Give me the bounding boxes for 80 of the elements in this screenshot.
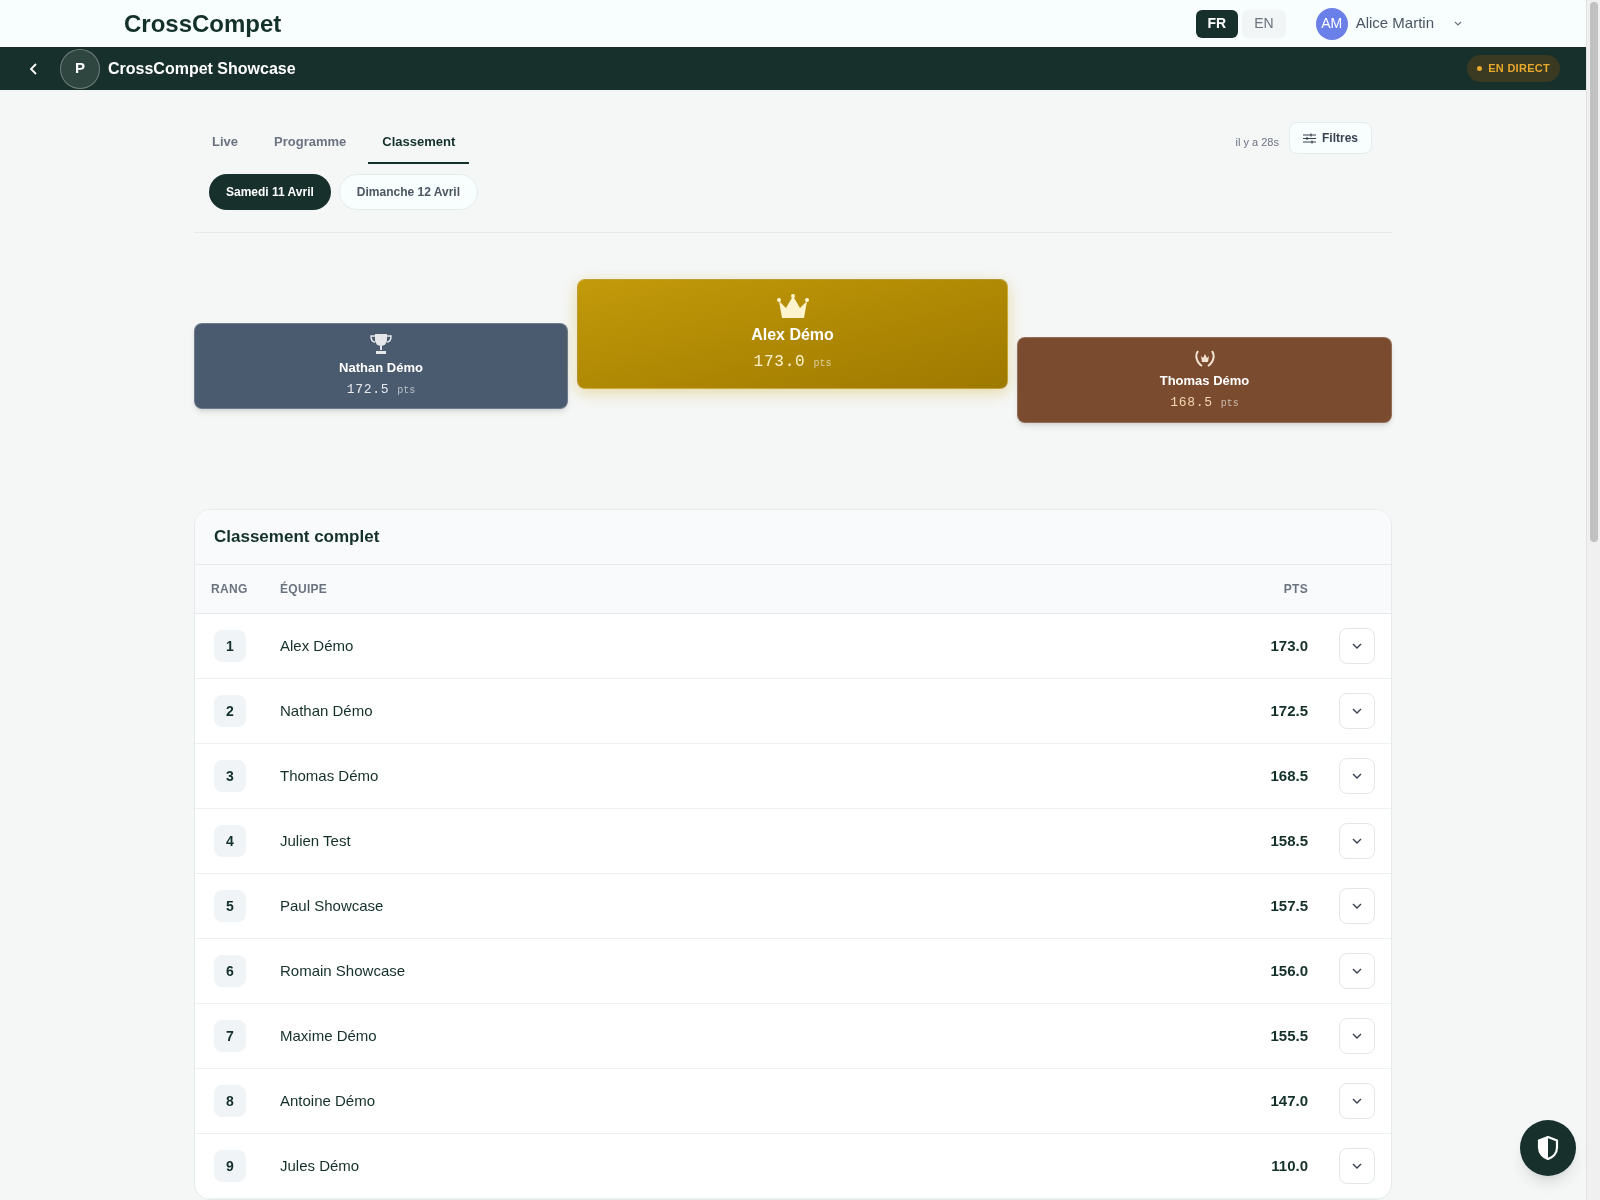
rank-badge: 8	[214, 1085, 246, 1117]
rank-badge: 6	[214, 955, 246, 987]
expand-button[interactable]	[1339, 1083, 1375, 1119]
points-cell-text: 172.5	[1269, 700, 1308, 721]
points-value: 172.5	[346, 381, 390, 399]
app-logo[interactable]: CrossCompet	[124, 5, 282, 42]
points-cell-text: 156.0	[1269, 960, 1308, 981]
expand-button[interactable]	[1339, 693, 1375, 729]
event-title: CrossCompet Showcase	[108, 58, 296, 79]
points-unit: pts	[813, 357, 832, 371]
expand-button[interactable]	[1339, 823, 1375, 859]
chevron-down-icon	[1352, 708, 1362, 714]
tab[interactable]: Classement	[368, 122, 470, 164]
points-cell-text: 110.0	[1270, 1155, 1308, 1176]
user-avatar[interactable]: AM	[1315, 7, 1348, 40]
expand-button[interactable]	[1339, 1148, 1375, 1184]
rank-badge: 5	[214, 890, 246, 922]
scrollbar[interactable]	[1586, 0, 1600, 1200]
chevron-down-icon[interactable]	[1454, 20, 1462, 27]
language-button[interactable]: EN	[1242, 9, 1286, 38]
expand-button[interactable]	[1339, 888, 1375, 924]
chevron-down-icon	[1352, 838, 1362, 844]
points-unit: pts	[397, 384, 416, 398]
points-unit: pts	[1220, 397, 1239, 411]
table-title: Classement complet	[214, 526, 380, 549]
rank-badge: 3	[214, 760, 246, 792]
team-name: Alex Démo	[280, 635, 355, 656]
tab[interactable]: Live	[198, 122, 252, 164]
team-name: Nathan Démo	[280, 700, 374, 721]
chevron-down-icon	[1352, 968, 1362, 974]
chevron-down-icon	[1352, 1098, 1362, 1104]
updated-time: il y a 28s	[1235, 135, 1279, 150]
points-cell-text: 173.0	[1269, 635, 1308, 656]
rank-badge: 2	[214, 695, 246, 727]
sliders-icon	[1303, 132, 1316, 144]
chevron-down-icon	[1352, 1033, 1362, 1039]
security-button[interactable]	[1520, 1120, 1576, 1176]
expand-button[interactable]	[1339, 1018, 1375, 1054]
chevron-down-icon	[1352, 903, 1362, 909]
chevron-down-icon	[1352, 1163, 1362, 1169]
trophy-icon	[370, 332, 392, 355]
points-cell-text: 158.5	[1269, 830, 1308, 851]
filter-button[interactable]: Filtres	[1289, 122, 1372, 154]
points-cell-text: 147.0	[1269, 1090, 1308, 1111]
team-name: Maxime Démo	[280, 1025, 378, 1046]
rank-badge: 4	[214, 825, 246, 857]
user-name[interactable]: Alice Martin	[1355, 12, 1434, 35]
team-name: Romain Showcase	[280, 960, 407, 981]
chevron-down-icon	[1352, 643, 1362, 649]
rank-badge: 7	[214, 1020, 246, 1052]
points-cell-text: 157.5	[1269, 895, 1308, 916]
column-header: ÉQUIPE	[280, 580, 329, 598]
language-button[interactable]: FR	[1195, 9, 1239, 38]
live-badge: EN DIRECT	[1467, 55, 1560, 82]
tab[interactable]: Programme	[260, 122, 361, 164]
team-name: Jules Démo	[280, 1155, 361, 1176]
team-name: Antoine Démo	[280, 1090, 377, 1111]
rank-badge: 1	[214, 630, 246, 662]
points-value: 168.5	[1170, 394, 1213, 412]
competitor-name: Alex Démo	[751, 325, 834, 345]
chevron-down-icon	[1352, 773, 1362, 779]
team-name: Paul Showcase	[280, 895, 385, 916]
expand-button[interactable]	[1339, 758, 1375, 794]
day-pill[interactable]: Samedi 11 Avril	[209, 174, 331, 210]
expand-button[interactable]	[1339, 953, 1375, 989]
team-name: Julien Test	[280, 830, 352, 851]
shield-icon	[1537, 1136, 1559, 1160]
rank-badge: 9	[214, 1150, 246, 1182]
day-pill[interactable]: Dimanche 12 Avril	[338, 174, 478, 210]
points-cell-text: 155.5	[1269, 1025, 1308, 1046]
crown-icon	[776, 294, 809, 320]
column-header: PTS	[1282, 581, 1308, 598]
event-avatar: P	[60, 48, 100, 89]
points-value: 173.0	[753, 352, 806, 373]
column-header: RANG	[210, 581, 249, 598]
expand-button[interactable]	[1339, 628, 1375, 664]
competitor-name: Nathan Démo	[339, 358, 423, 377]
team-name: Thomas Démo	[280, 765, 380, 786]
points-cell-text: 168.5	[1269, 765, 1308, 786]
competitor-name: Thomas Démo	[1159, 371, 1250, 390]
